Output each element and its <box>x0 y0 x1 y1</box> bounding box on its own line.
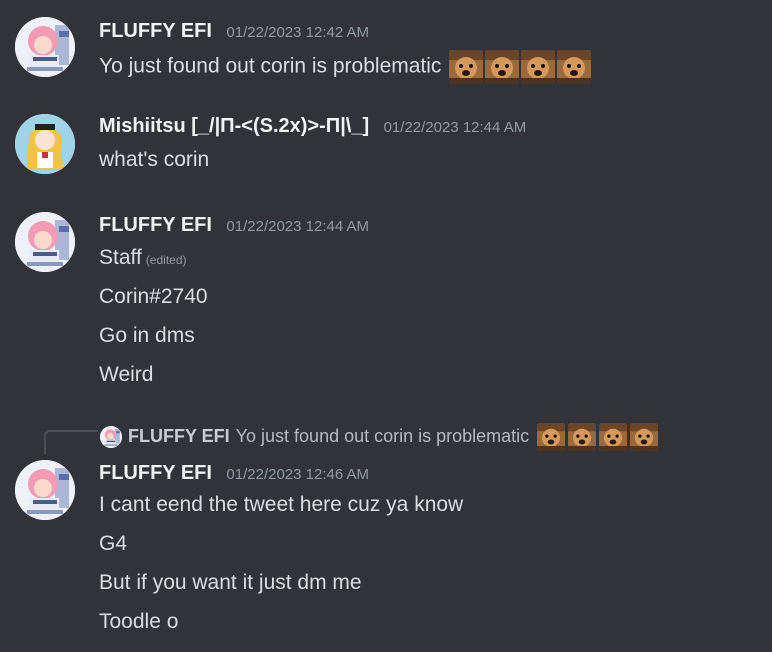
timestamp[interactable]: 01/22/2023 12:46 AM <box>226 466 369 483</box>
message-text: Weird <box>99 363 154 386</box>
message-line: Corin#2740 <box>99 285 208 309</box>
timestamp[interactable]: 01/22/2023 12:44 AM <box>384 119 527 136</box>
message-text: Corin#2740 <box>99 285 208 308</box>
message-line: Toodle o <box>99 610 178 634</box>
message-line: Staff (edited) <box>99 246 187 270</box>
reply-connector <box>44 430 98 454</box>
reply-username[interactable]: FLUFFY EFI <box>128 426 230 446</box>
doge-emoji-icon <box>537 423 565 451</box>
message-line: Weird <box>99 363 153 387</box>
message-line: But if you want it just dm me <box>99 571 362 595</box>
message-line: I cant eend the tweet here cuz ya know <box>99 493 463 517</box>
doge-emoji-icon[interactable] <box>557 50 591 84</box>
doge-emoji-icon <box>599 423 627 451</box>
anime-avatar-icon <box>15 17 75 77</box>
anime-avatar-icon <box>15 114 75 174</box>
avatar[interactable] <box>15 114 75 174</box>
edited-label: (edited) <box>145 253 187 267</box>
message-text: what's corin <box>99 148 210 171</box>
reply-preview[interactable]: FLUFFY EFI Yo just found out corin is pro… <box>100 423 658 451</box>
message-text: I cant eend the tweet here cuz ya know <box>99 493 464 516</box>
anime-avatar-icon <box>15 460 75 520</box>
message-text: Toodle o <box>99 610 179 633</box>
doge-emoji-icon <box>630 423 658 451</box>
doge-emoji-icon[interactable] <box>521 50 555 84</box>
username[interactable]: FLUFFY EFI <box>99 462 212 484</box>
username[interactable]: FLUFFY EFI <box>99 20 212 42</box>
username[interactable]: Mishiitsu [_/|Π-<(S.2x)>-Π|\_] <box>99 115 369 137</box>
avatar[interactable] <box>15 17 75 77</box>
doge-emoji-icon <box>568 423 596 451</box>
message-text: Go in dms <box>99 324 195 347</box>
timestamp[interactable]: 01/22/2023 12:42 AM <box>226 24 369 41</box>
avatar[interactable] <box>15 460 75 520</box>
doge-emoji-icon[interactable] <box>449 50 483 84</box>
message-line: what's corin <box>99 148 209 172</box>
reply-avatar <box>100 426 122 448</box>
timestamp[interactable]: 01/22/2023 12:44 AM <box>226 218 369 235</box>
reply-text: Yo just found out corin is problematic <box>235 425 530 446</box>
message-text: G4 <box>99 532 128 555</box>
username[interactable]: FLUFFY EFI <box>99 214 212 236</box>
message-line: Yo just found out corin is problematic <box>99 50 591 84</box>
message-text: Staff <box>99 246 142 269</box>
message-line: Go in dms <box>99 324 195 348</box>
avatar[interactable] <box>15 212 75 272</box>
doge-emoji-icon[interactable] <box>485 50 519 84</box>
anime-avatar-icon <box>100 426 122 448</box>
message-line: G4 <box>99 532 127 556</box>
message-text: Yo just found out corin is problematic <box>99 54 442 78</box>
anime-avatar-icon <box>15 212 75 272</box>
message-text: But if you want it just dm me <box>99 571 362 594</box>
